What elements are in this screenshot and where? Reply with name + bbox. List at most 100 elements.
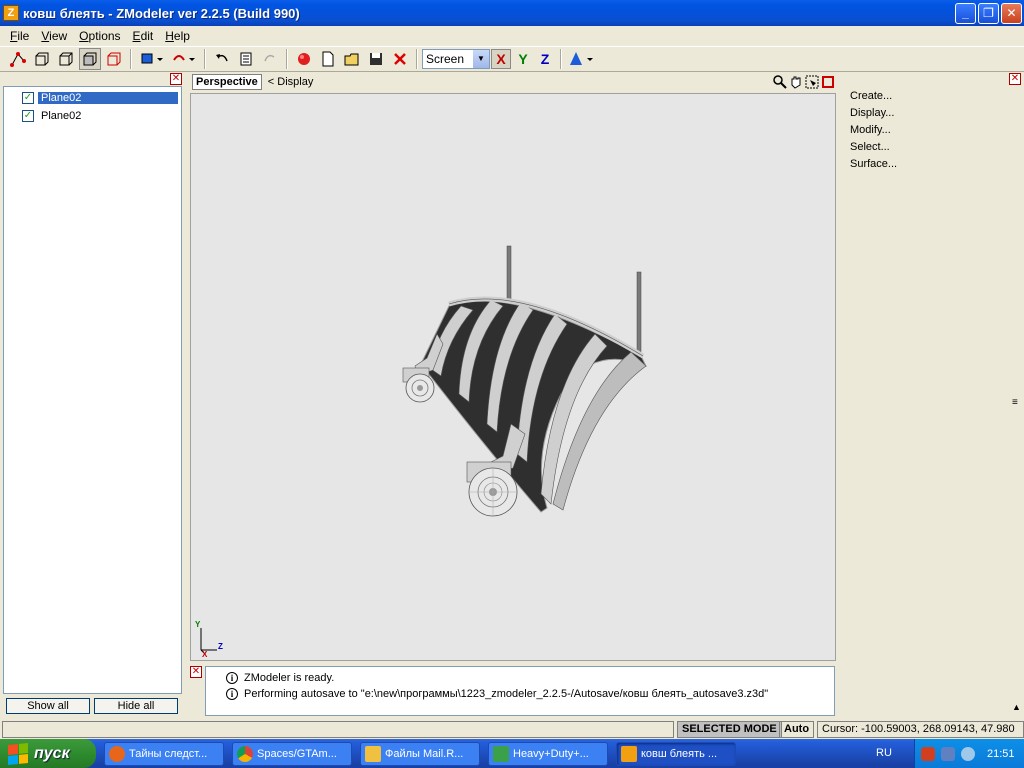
hide-all-button[interactable]: Hide all bbox=[94, 698, 178, 714]
panel-resize-grip-icon[interactable]: ≡ bbox=[1012, 397, 1018, 408]
folder-icon bbox=[365, 745, 381, 762]
taskbar-item-chrome[interactable]: Spaces/GTAm... bbox=[232, 741, 352, 766]
close-button[interactable]: ✕ bbox=[1001, 2, 1022, 24]
render-dropdown-icon[interactable] bbox=[567, 48, 597, 70]
record-icon[interactable] bbox=[293, 48, 315, 70]
zoom-icon[interactable] bbox=[772, 75, 788, 89]
close-icon[interactable]: ✕ bbox=[170, 73, 182, 85]
toolbar-separator bbox=[130, 49, 132, 69]
command-create[interactable]: Create... bbox=[850, 90, 892, 102]
perspective-viewport[interactable] bbox=[190, 93, 836, 661]
axis-z-label: Z bbox=[218, 642, 223, 651]
status-message-area bbox=[2, 721, 674, 738]
new-file-icon[interactable] bbox=[317, 48, 339, 70]
open-folder-icon[interactable] bbox=[341, 48, 363, 70]
status-bar: SELECTED MODE Auto Cursor: -100.59003, 2… bbox=[0, 720, 1024, 739]
edge-mode-icon[interactable] bbox=[103, 48, 125, 70]
undo-dropdown-icon[interactable] bbox=[169, 48, 199, 70]
zmodeler-app-icon[interactable]: Z bbox=[3, 5, 19, 21]
toolbar-separator bbox=[560, 49, 562, 69]
axis-y-toggle[interactable]: Y bbox=[513, 49, 533, 69]
view-mode-select[interactable]: Screen ▼ bbox=[422, 49, 490, 69]
axis-z-toggle[interactable]: Z bbox=[535, 49, 555, 69]
firefox-icon bbox=[109, 745, 125, 762]
toolbar-separator bbox=[416, 49, 418, 69]
menu-options[interactable]: Options bbox=[73, 29, 126, 43]
task-label: Файлы Mail.R... bbox=[385, 747, 464, 760]
minimize-button[interactable]: _ bbox=[955, 2, 976, 24]
taskbar-item-zmodeler[interactable]: ковш блеять ... bbox=[616, 741, 736, 766]
message-log-panel: ✕ i ZModeler is ready. i Performing auto… bbox=[188, 664, 836, 716]
checkbox-icon[interactable]: ✓ bbox=[22, 92, 34, 104]
pan-hand-icon[interactable] bbox=[788, 75, 804, 89]
taskbar-item-image-viewer[interactable]: Heavy+Duty+... bbox=[488, 741, 608, 766]
delete-icon[interactable] bbox=[389, 48, 411, 70]
cursor-coordinates: Cursor: -100.59003, 268.09143, 47.980 bbox=[817, 721, 1024, 738]
command-modify[interactable]: Modify... bbox=[850, 124, 891, 136]
object-mode-icon[interactable] bbox=[55, 48, 77, 70]
tree-item[interactable]: ✓ Plane02 bbox=[22, 90, 178, 106]
task-label: Heavy+Duty+... bbox=[513, 747, 589, 760]
axis-x-toggle[interactable]: X bbox=[491, 49, 511, 69]
network-icon[interactable] bbox=[941, 746, 955, 761]
windows-taskbar: пуск Тайны следст... Spaces/GTAm... Файл… bbox=[0, 739, 1024, 768]
tree-item[interactable]: ✓ Plane02 bbox=[22, 108, 84, 124]
command-select[interactable]: Select... bbox=[850, 141, 890, 153]
show-all-button[interactable]: Show all bbox=[6, 698, 90, 714]
menu-bar: File View Options Edit Help bbox=[0, 26, 1024, 46]
antivirus-icon[interactable] bbox=[961, 746, 975, 761]
viewport-display-link[interactable]: < Display bbox=[268, 76, 314, 88]
checkbox-icon[interactable]: ✓ bbox=[22, 110, 34, 122]
command-panel: ✕ Create... Display... Modify... Select.… bbox=[840, 72, 1024, 718]
taskbar-item-firefox[interactable]: Тайны следст... bbox=[104, 741, 224, 766]
panel-scroll-down-icon[interactable]: ▲ bbox=[1012, 702, 1021, 712]
close-icon[interactable]: ✕ bbox=[1009, 73, 1021, 85]
viewport-perspective-tab[interactable]: Perspective bbox=[192, 74, 262, 90]
chevron-down-icon: ▼ bbox=[473, 50, 489, 68]
undo-icon[interactable] bbox=[211, 48, 233, 70]
message-log: i ZModeler is ready. i Performing autosa… bbox=[205, 666, 835, 716]
toolbar-separator bbox=[204, 49, 206, 69]
fit-view-icon[interactable] bbox=[804, 75, 820, 89]
info-icon: i bbox=[226, 672, 238, 684]
history-icon[interactable] bbox=[235, 48, 257, 70]
restore-button[interactable]: ❐ bbox=[978, 2, 999, 24]
command-display[interactable]: Display... bbox=[850, 107, 894, 119]
selection-mode-badge[interactable]: SELECTED MODE bbox=[677, 721, 782, 738]
start-label: пуск bbox=[34, 744, 70, 762]
axis-x-label: X bbox=[202, 650, 208, 659]
axis-y-label: Y bbox=[195, 620, 201, 629]
menu-file[interactable]: File bbox=[4, 29, 35, 43]
start-button[interactable]: пуск bbox=[0, 739, 96, 768]
task-label: Spaces/GTAm... bbox=[257, 747, 337, 760]
view-mode-value: Screen bbox=[426, 52, 465, 66]
redo-icon[interactable] bbox=[259, 48, 281, 70]
menu-edit[interactable]: Edit bbox=[127, 29, 160, 43]
close-icon[interactable]: ✕ bbox=[190, 666, 202, 678]
auto-mode-badge[interactable]: Auto bbox=[779, 721, 815, 738]
log-text: ZModeler is ready. bbox=[244, 672, 335, 684]
vertex-mode-icon[interactable] bbox=[7, 48, 29, 70]
select-dropdown-icon[interactable] bbox=[137, 48, 167, 70]
axis-gizmo: Y Z X bbox=[195, 620, 235, 660]
task-label: ковш блеять ... bbox=[641, 747, 718, 760]
chrome-icon bbox=[237, 745, 253, 762]
command-surface[interactable]: Surface... bbox=[850, 158, 897, 170]
tree-item-label: Plane02 bbox=[38, 92, 178, 104]
tree-item-label: Plane02 bbox=[41, 110, 82, 122]
task-label: Тайны следст... bbox=[129, 747, 208, 760]
model-scoop-render bbox=[402, 245, 648, 517]
clock[interactable]: 21:51 bbox=[987, 748, 1015, 760]
menu-view[interactable]: View bbox=[35, 29, 73, 43]
language-indicator[interactable]: RU bbox=[876, 747, 892, 759]
face-mode-icon[interactable] bbox=[31, 48, 53, 70]
mesh-mode-icon[interactable] bbox=[79, 48, 101, 70]
toolbar-separator bbox=[286, 49, 288, 69]
tray-app-icon[interactable] bbox=[921, 746, 935, 761]
save-icon[interactable] bbox=[365, 48, 387, 70]
system-tray: 21:51 bbox=[914, 739, 1024, 768]
menu-help[interactable]: Help bbox=[159, 29, 196, 43]
taskbar-item-folder[interactable]: Файлы Mail.R... bbox=[360, 741, 480, 766]
maximize-viewport-icon[interactable] bbox=[822, 76, 834, 88]
object-tree: ✓ Plane02 ✓ Plane02 bbox=[3, 86, 182, 694]
